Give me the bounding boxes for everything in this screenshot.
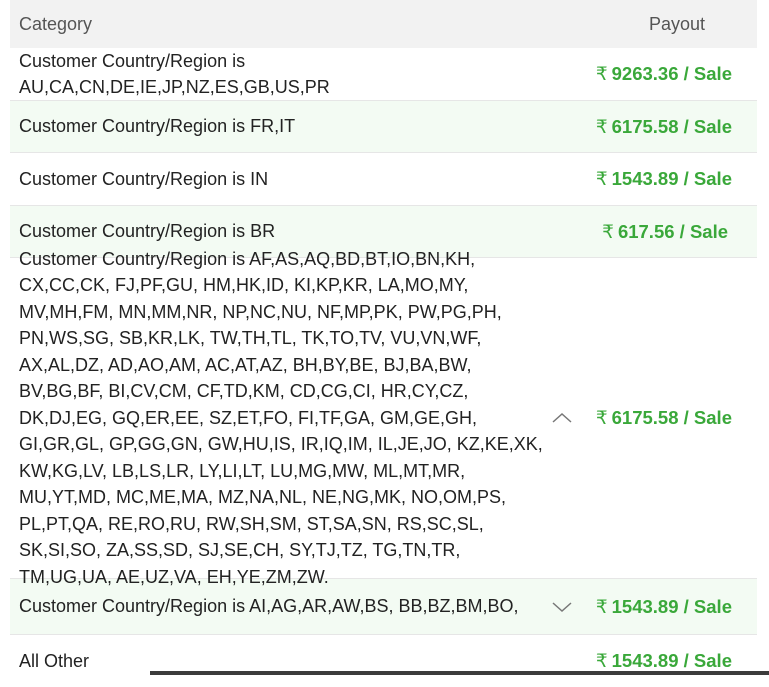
rupee-icon: ₹ <box>595 407 608 428</box>
rupee-icon: ₹ <box>595 595 608 617</box>
header-category: Category <box>19 13 93 34</box>
row-category: Customer Country/Region is FR,IT <box>19 116 296 137</box>
header-payout: Payout <box>648 13 706 34</box>
row-category: Customer Country/Region is BR <box>19 221 276 242</box>
rupee-icon: ₹ <box>595 650 608 671</box>
table-row: Customer Country/Region is IN ₹1543.89 /… <box>10 153 757 206</box>
rupee-icon: ₹ <box>602 220 614 242</box>
rupee-icon: ₹ <box>595 168 608 189</box>
row-category: Customer Country/Region is AU,CA,CN,DE,I… <box>19 50 330 98</box>
rupee-icon: ₹ <box>595 115 608 137</box>
row-payout: ₹1543.89 / Sale <box>595 595 732 617</box>
row-category: Customer Country/Region is AI,AG,AR,AW,B… <box>19 596 519 617</box>
horizontal-scrollbar[interactable] <box>150 671 769 675</box>
row-payout: ₹1543.89 / Sale <box>595 168 732 189</box>
table-row: Customer Country/Region is AU,CA,CN,DE,I… <box>10 48 757 101</box>
chevron-up-icon[interactable] <box>544 411 579 425</box>
row-category: Customer Country/Region is IN <box>19 168 269 189</box>
row-payout: ₹9263.36 / Sale <box>595 63 732 84</box>
chevron-down-icon[interactable] <box>544 600 579 614</box>
row-payout: ₹1543.89 / Sale <box>595 650 732 671</box>
row-payout: ₹617.56 / Sale <box>602 220 728 242</box>
table-row: All Other ₹1543.89 / Sale <box>10 635 757 687</box>
row-payout: ₹6175.58 / Sale <box>595 407 732 428</box>
table-row-expanded: Customer Country/Region is AF,AS,AQ,BD,B… <box>10 249 757 587</box>
row-payout: ₹6175.58 / Sale <box>595 115 732 137</box>
row-category: Customer Country/Region is AF,AS,AQ,BD,B… <box>19 248 543 587</box>
table-header: Category Payout <box>10 0 757 48</box>
rupee-icon: ₹ <box>595 63 608 84</box>
payout-table: Category Payout Customer Country/Region … <box>10 0 757 687</box>
table-row: Customer Country/Region is FR,IT ₹6175.5… <box>10 101 757 153</box>
